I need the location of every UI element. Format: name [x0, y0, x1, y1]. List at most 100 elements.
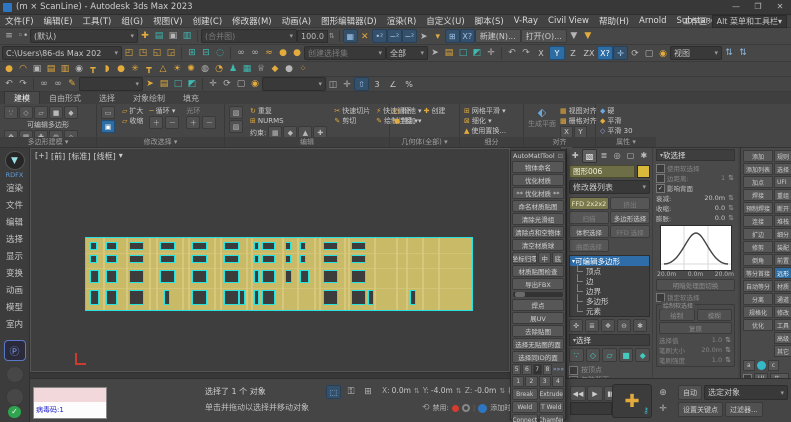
unlink-icon[interactable]: ∞	[248, 47, 262, 60]
cut-button[interactable]: ✎剪切	[334, 116, 370, 126]
pin-stack-icon[interactable]: ✜	[569, 319, 583, 332]
ribbon-tab[interactable]: 建模	[4, 91, 40, 104]
number-button[interactable]: 2	[525, 376, 537, 387]
facade-window-polygon[interactable]	[351, 242, 366, 250]
coord-z-field[interactable]: -0.0m	[474, 386, 496, 395]
zoom-extents-icon[interactable]: ⊕	[656, 386, 670, 399]
menu-item[interactable]: 修改器(M)	[227, 15, 276, 27]
project-path-combo[interactable]: C:\Users\86-ds Max 202▾	[2, 46, 122, 60]
panel-options-icon[interactable]: ⊡	[558, 152, 563, 160]
particles-icon[interactable]: ⁘	[296, 63, 310, 76]
snap-3d-button[interactable]: 3	[369, 77, 385, 91]
right-tool-button[interactable]: 倒角	[743, 254, 773, 266]
sub-vertex-icon[interactable]: ∵	[569, 348, 584, 362]
move-tool-icon[interactable]: ✛	[484, 47, 498, 60]
axis-xq-button[interactable]: X?	[597, 46, 613, 60]
grid-object-icon[interactable]: ▦	[240, 63, 254, 76]
menu-item[interactable]: 脚本(S)	[470, 15, 509, 27]
film-clip-icon[interactable]: ▤	[44, 63, 58, 76]
reference-coord-combo[interactable]: 视图▾	[670, 46, 722, 60]
make-planar-label[interactable]: 生成平面	[528, 119, 556, 129]
facade-window-polygon[interactable]	[129, 255, 144, 263]
material-id-button[interactable]: 6	[522, 364, 531, 375]
coord-x-field[interactable]: 0.0m	[392, 386, 411, 395]
select-rotate-icon[interactable]: ⟳	[220, 78, 234, 91]
facade-window-polygon[interactable]	[254, 290, 259, 305]
facade-window-polygon[interactable]	[129, 290, 144, 305]
save-icon[interactable]: ▼	[567, 30, 581, 43]
key-selection-combo[interactable]: 选定对象▾	[704, 385, 788, 400]
selection-set-combo[interactable]: 创建选择集▾	[304, 46, 386, 60]
rc-ball-icon[interactable]	[757, 361, 766, 370]
merge-combo[interactable]: (合并图)▾	[201, 29, 297, 43]
sidebar-item[interactable]: 显示	[6, 249, 23, 266]
sync-icon[interactable]: ⟲	[422, 403, 430, 413]
facade-window-polygon[interactable]	[192, 290, 207, 305]
facade-window-polygon[interactable]	[323, 290, 338, 305]
grid-array-icon[interactable]: ⊞	[185, 47, 199, 60]
minimize-button[interactable]: —	[725, 0, 747, 14]
layer-combo[interactable]: (默认)▾	[30, 29, 138, 43]
loop-mode-icon-button[interactable]: ▣	[101, 120, 115, 133]
motion-tab-icon[interactable]: ◎	[611, 149, 623, 161]
right-tool-button[interactable]: 分离	[743, 293, 773, 305]
ribbon-tab[interactable]: 填充	[174, 92, 208, 104]
facade-window-polygon[interactable]	[323, 242, 338, 250]
group-label[interactable]: 多边形建模 ▾	[0, 137, 96, 147]
select-scale-icon[interactable]: ▢	[234, 78, 248, 91]
create-button[interactable]: 创建	[431, 106, 445, 116]
material-id-button[interactable]: 7	[533, 364, 542, 375]
poly-tool-button[interactable]: Weld	[512, 401, 538, 413]
redo-icon[interactable]: ↷	[519, 47, 533, 60]
select-move-icon[interactable]: ✛	[206, 78, 220, 91]
zero-mid-button[interactable]: 中	[538, 252, 550, 264]
select-cursor-icon[interactable]: ➤	[417, 30, 431, 43]
loop-button[interactable]: ─循环 ▾	[149, 106, 180, 116]
material-id-button[interactable]: 5	[512, 364, 521, 375]
use-soft-selection-checkbox[interactable]	[656, 164, 665, 173]
right-tool-button[interactable]: 重组	[774, 189, 791, 201]
right-tool-button[interactable]: 前置	[774, 254, 791, 266]
export-file-icon[interactable]: ◳	[136, 47, 150, 60]
display-tab-icon[interactable]: ▢	[624, 149, 636, 161]
group-label[interactable]: 对齐	[524, 137, 595, 147]
ribbon-tab[interactable]: 对象绘制	[124, 92, 174, 104]
sub-edge-icon[interactable]: ◇	[586, 348, 601, 362]
clapper-icon[interactable]: ▥	[58, 63, 72, 76]
script-button[interactable]: 物体命名	[512, 161, 564, 173]
soft-selection-rollout-header[interactable]: 软选择	[656, 149, 735, 161]
facade-window-polygon[interactable]	[129, 242, 144, 250]
shadow-toggle-icon[interactable]: ◍	[198, 63, 212, 76]
macro-recorder-line[interactable]	[34, 388, 106, 402]
sidebar-item[interactable]: 模型	[6, 300, 23, 317]
poly-tool-button[interactable]: Extrude	[539, 388, 565, 400]
remove-modifier-icon[interactable]: ⊖	[617, 319, 631, 332]
selection-lock-icon[interactable]: ⚿	[344, 386, 358, 399]
sidebar-item[interactable]: 文件	[6, 198, 23, 215]
select-and-link-icon[interactable]: ∞	[37, 78, 51, 91]
facade-window-polygon[interactable]	[164, 290, 170, 305]
shaded-face-toggle-button[interactable]: 明暗处理面切换	[656, 279, 735, 291]
right-tool-button[interactable]: 添加列表	[743, 163, 773, 175]
poly-tool-button[interactable]: T Weld	[539, 401, 565, 413]
paint-button[interactable]: 绘制	[659, 309, 695, 321]
sphere-white-icon[interactable]: ●	[282, 63, 296, 76]
percent-snap-button[interactable]: %	[401, 77, 417, 91]
grow-icon-button[interactable]: ▭	[101, 106, 115, 119]
plugin-dim-icon-b[interactable]	[6, 388, 24, 405]
zero-coords-button[interactable]: 坐标归零	[512, 252, 537, 264]
facade-window-polygon[interactable]	[160, 255, 175, 263]
poly-tool-button[interactable]: Break	[512, 388, 538, 400]
grow-button[interactable]: ▱扩大	[122, 106, 143, 116]
script-button[interactable]: 清除光滑组	[512, 213, 564, 225]
right-tool-button[interactable]: 等分首接	[743, 267, 773, 279]
stack-entry[interactable]: 元素	[570, 306, 649, 316]
script-button[interactable]: 清空材质球	[512, 239, 564, 251]
scene-explorer-icon[interactable]: ⊞	[445, 29, 460, 43]
coord-y-field[interactable]: -4.0m	[431, 386, 453, 395]
ribbon-tab[interactable]: 选择	[90, 92, 124, 104]
facade-window-polygon[interactable]	[351, 270, 366, 283]
move-gizmo-icon[interactable]: ✛	[613, 46, 628, 60]
menu-item[interactable]: 渲染(R)	[382, 15, 422, 27]
modifier-preset-button[interactable]: FFD 选择	[610, 225, 650, 238]
